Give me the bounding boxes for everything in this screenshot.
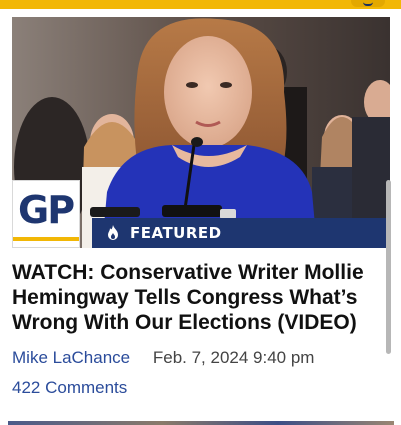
comments-link[interactable]: 422 Comments — [12, 376, 127, 400]
top-nav-bar — [0, 0, 401, 9]
featured-label: FEATURED — [130, 224, 222, 242]
search-button[interactable] — [351, 0, 385, 7]
search-icon — [363, 0, 373, 6]
site-logo: GP — [12, 180, 80, 248]
featured-badge: FEATURED — [92, 218, 390, 248]
author-link[interactable]: Mike LaChance — [12, 348, 130, 367]
next-article-image[interactable] — [8, 421, 394, 425]
article-meta: Mike LaChance Feb. 7, 2024 9:40 pm — [12, 346, 382, 370]
logo-stripe — [13, 237, 79, 241]
flame-icon — [108, 225, 118, 240]
logo-text: GP — [18, 188, 75, 232]
article-headline[interactable]: WATCH: Conservative Writer Mollie Heming… — [12, 260, 388, 335]
publish-date: Feb. 7, 2024 9:40 pm — [152, 348, 315, 367]
